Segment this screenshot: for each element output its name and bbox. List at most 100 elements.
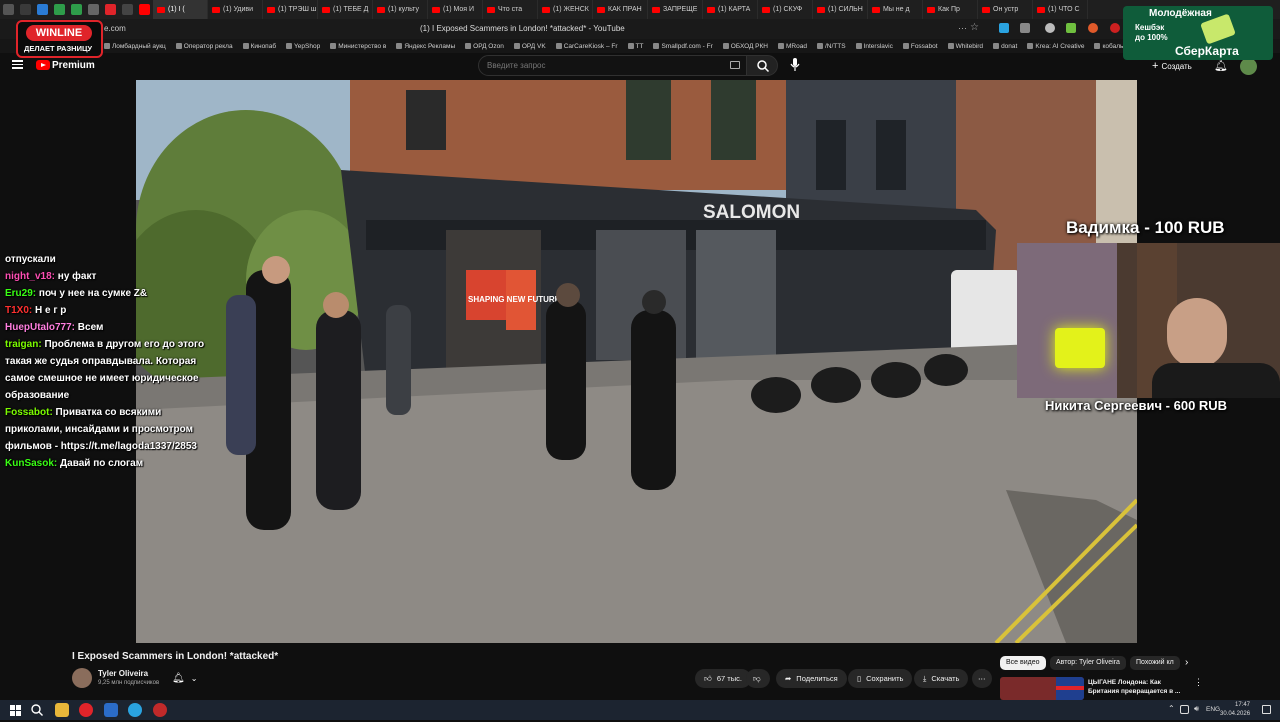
youtube-premium-label[interactable]: Premium: [52, 60, 95, 71]
voice-search-button[interactable]: [789, 57, 801, 73]
app-icon-sheets[interactable]: [71, 4, 82, 15]
bookmark-item[interactable]: Яндекс Рекламы: [396, 43, 455, 50]
yandex-browser-icon[interactable]: [79, 703, 93, 717]
bookmark-item[interactable]: ОБХОД РКН: [722, 43, 768, 50]
address-fragment[interactable]: e.com: [104, 24, 126, 33]
stream-chat: отпускали night_v18: ну факт Eru29: поч у …: [5, 251, 215, 472]
dislike-button[interactable]: 👎︎: [746, 669, 770, 688]
video-player[interactable]: SALOMON SHAPING NEW FUTURES: [136, 80, 1137, 643]
browser-tab[interactable]: Как Пр: [923, 0, 978, 19]
notifications-bell-icon[interactable]: 🔔︎: [1214, 59, 1228, 72]
bookmark-item[interactable]: CarCareKiosk – Fr: [555, 43, 618, 50]
search-input[interactable]: Введите запрос: [478, 55, 748, 76]
recommendation-menu-icon[interactable]: ⋮: [1194, 677, 1203, 688]
browser-tab[interactable]: ЗАПРЕЩЕ: [648, 0, 703, 19]
extension-red-icon[interactable]: [1110, 23, 1120, 33]
browser-tab[interactable]: Что ста: [483, 0, 538, 19]
bookmark-item[interactable]: Оператор рекла: [175, 43, 233, 50]
chevron-right-icon[interactable]: ›: [1185, 657, 1188, 668]
extension-green-icon[interactable]: [1066, 23, 1076, 33]
search-button[interactable]: [746, 55, 778, 76]
download-button[interactable]: ⤓ Скачать: [914, 669, 969, 688]
bookmark-item[interactable]: Interslavic: [855, 43, 893, 50]
browser-tab[interactable]: КАК ПРАН: [593, 0, 648, 19]
subscribe-bell-button[interactable]: 🔔︎ ⌄: [172, 670, 210, 686]
file-explorer-icon[interactable]: [55, 703, 69, 717]
telegram-icon[interactable]: [128, 703, 142, 717]
bookmark-item[interactable]: ОРД Ozon: [465, 43, 504, 50]
bookmark-item[interactable]: YepShop: [286, 43, 320, 50]
recommendation-thumbnail[interactable]: [1000, 677, 1084, 700]
clock-time[interactable]: 17:47: [1228, 702, 1250, 708]
app-taskbar-icon[interactable]: [104, 703, 118, 717]
bookmark-item[interactable]: Krea: AI Creative: [1027, 43, 1084, 50]
browser-menu-icon[interactable]: [3, 4, 14, 15]
filter-chip[interactable]: Все видео: [1000, 656, 1046, 670]
browser-tab[interactable]: (1) ЖЕНСК: [538, 0, 593, 19]
avatar[interactable]: [1240, 58, 1257, 75]
clock-date[interactable]: 30.04.2026: [1220, 711, 1250, 717]
bookmark-item[interactable]: /N/TTS: [816, 43, 846, 50]
bookmark-item[interactable]: Whitebird: [947, 43, 983, 50]
tray-app-icon[interactable]: [1180, 705, 1189, 714]
browser-tab[interactable]: (1) I (: [153, 0, 208, 19]
channel-name[interactable]: Tyler Oliveira: [98, 669, 148, 678]
bookmark-star-icon[interactable]: ☆: [970, 22, 979, 33]
bookmark-item[interactable]: Министерство в: [330, 43, 386, 50]
browser-tab[interactable]: (1) ЧТО С: [1033, 0, 1088, 19]
bookmark-item[interactable]: TT: [627, 43, 643, 50]
save-button[interactable]: ▯ Сохранить: [848, 669, 913, 688]
browser-tab[interactable]: (1) ТРЭШ ш: [263, 0, 318, 19]
keyboard-icon[interactable]: [730, 61, 740, 69]
browser-tab[interactable]: (1) культу: [373, 0, 428, 19]
browser-tab[interactable]: (1) СКУФ: [758, 0, 813, 19]
notification-center-icon[interactable]: [1262, 705, 1271, 714]
winline-ad[interactable]: WINLINE ДЕЛАЕТ РАЗНИЦУ: [16, 20, 103, 58]
browser-tab[interactable]: Он устр: [978, 0, 1033, 19]
bookmark-item[interactable]: MRoad: [778, 43, 807, 50]
app-icon-grey[interactable]: [122, 4, 133, 15]
windows-start-icon[interactable]: [8, 703, 22, 717]
youtube-tab-icon[interactable]: [139, 4, 150, 15]
window-icon[interactable]: [20, 4, 31, 15]
extension-puzzle-icon[interactable]: [1020, 23, 1030, 33]
bookmark-item[interactable]: Fossabot: [902, 43, 938, 50]
browser-tab[interactable]: (1) Моя И: [428, 0, 483, 19]
tray-chevron-icon[interactable]: ⌃: [1168, 704, 1175, 713]
browser-tab[interactable]: (1) Удиви: [208, 0, 263, 19]
filter-chip[interactable]: Автор: Tyler Oliveira: [1050, 656, 1126, 670]
youtube-logo-icon[interactable]: [36, 60, 50, 70]
bookmark-item[interactable]: кобальт: [1094, 43, 1126, 50]
share-button[interactable]: ➦ Поделиться: [776, 669, 847, 688]
like-button[interactable]: 👍︎ 67 тыс.: [695, 669, 751, 688]
app-icon-green[interactable]: [54, 4, 65, 15]
bookmark-item[interactable]: donat: [993, 43, 1017, 50]
app-icon-red[interactable]: [105, 4, 116, 15]
app-icon-doc[interactable]: [88, 4, 99, 15]
extension-orange-icon[interactable]: [1088, 23, 1098, 33]
browser-tab[interactable]: (1) КАРТА: [703, 0, 758, 19]
browser-tab[interactable]: (1) ТЕБЕ Д: [318, 0, 373, 19]
taskbar-search-icon[interactable]: [30, 703, 44, 717]
app-icon-blue[interactable]: [37, 4, 48, 15]
more-icon[interactable]: ⋯: [958, 23, 967, 34]
sber-ad[interactable]: Молодёжная Кешбэк до 100% СберКарта: [1123, 6, 1273, 60]
menu-icon[interactable]: [12, 60, 23, 69]
speaker-icon[interactable]: 🔊︎: [1194, 704, 1199, 714]
browser-tab[interactable]: Мы не д: [868, 0, 923, 19]
more-actions-button[interactable]: ⋯: [972, 669, 992, 688]
extension-icon[interactable]: [1045, 23, 1055, 33]
bookmark-item[interactable]: Кинопаб: [242, 43, 276, 50]
filter-chip[interactable]: Похожий кл: [1130, 656, 1180, 670]
channel-avatar[interactable]: [72, 668, 92, 688]
create-button[interactable]: + Создать: [1152, 59, 1192, 73]
bookmark-item[interactable]: Smallpdf.com - Fr: [653, 43, 713, 50]
browser-tab[interactable]: (1) СИЛЬН: [813, 0, 868, 19]
obs-icon[interactable]: [153, 703, 167, 717]
recommendation-title[interactable]: ЦЫГАНЕ Лондона: Как Британия превращаетс…: [1088, 678, 1183, 696]
bookmark-item[interactable]: Ломбардный аукц: [104, 43, 166, 50]
bookmark-item[interactable]: ОРД VK: [513, 43, 546, 50]
language-indicator[interactable]: ENG: [1206, 706, 1220, 713]
browser-tab-label: (1) СКУФ: [773, 6, 803, 13]
extension-telegram-icon[interactable]: [999, 23, 1009, 33]
